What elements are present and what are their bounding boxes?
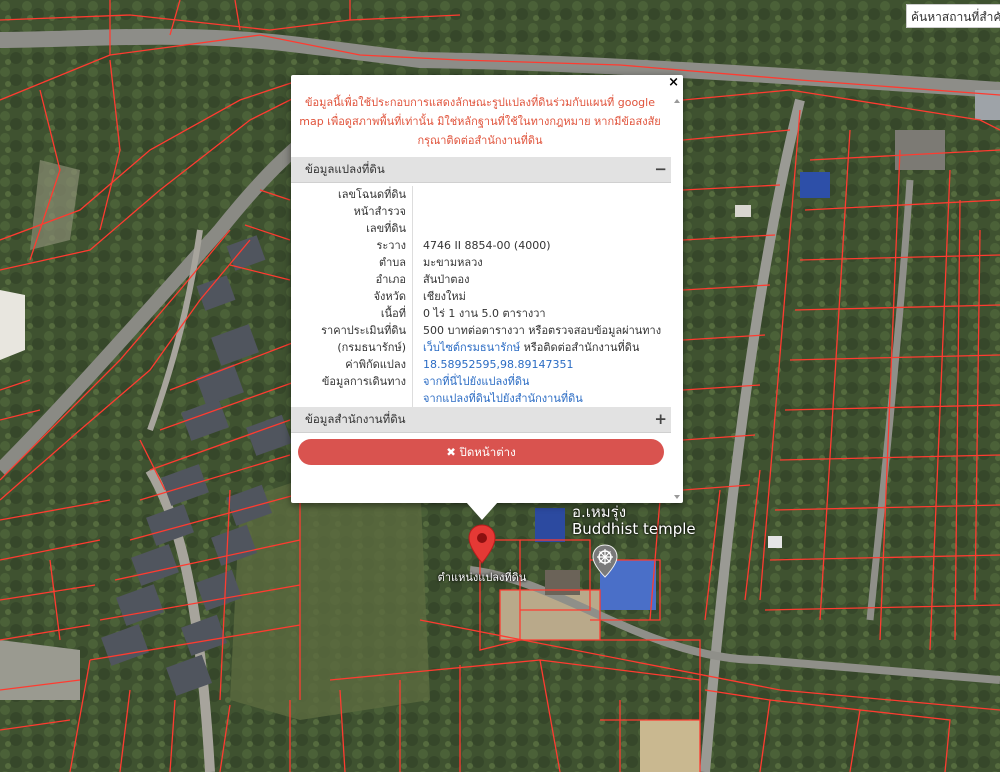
info-row: อำเภอ สันป่าตอง <box>291 271 671 288</box>
buddhist-temple-icon[interactable] <box>592 544 618 578</box>
popup-close-icon[interactable]: × <box>668 76 679 90</box>
info-value: เชียงใหม่ <box>423 290 466 303</box>
info-value: เว็บไซต์กรมธนารักษ์ หรือติดต่อสำนักงานที… <box>413 339 639 356</box>
info-value: จากแปลงที่ดินไปยังสำนักงานที่ดิน <box>413 390 583 407</box>
info-row: จังหวัด เชียงใหม่ <box>291 288 671 305</box>
info-label: เลขที่ดิน <box>291 220 413 237</box>
info-label: จังหวัด <box>291 288 413 305</box>
scroll-up-icon[interactable] <box>674 99 680 103</box>
info-value: 500 บาทต่อตารางวา หรือตรวจสอบข้อมูลผ่านท… <box>423 324 662 337</box>
info-value-suffix: หรือติดต่อสำนักงานที่ดิน <box>520 341 640 354</box>
info-label: ตำบล <box>291 254 413 271</box>
parcel-info-table: เลขโฉนดที่ดิน หน้าสำรวจ เลขที่ดิน ระวาง 4746… <box>291 183 671 407</box>
scroll-down-icon[interactable] <box>674 495 680 499</box>
info-value: 4746 II 8854-00 (4000) <box>423 239 551 252</box>
info-label: หน้าสำรวจ <box>291 203 413 220</box>
info-label: ข้อมูลการเดินทาง <box>291 373 413 390</box>
info-value <box>413 186 423 203</box>
info-row: เลขที่ดิน <box>291 220 671 237</box>
popup-pointer <box>466 502 498 520</box>
info-label: ระวาง <box>291 237 413 254</box>
info-row: ค่าพิกัดแปลง 18.58952595,98.89147351 <box>291 356 671 373</box>
info-value: จากที่นี่ไปยังแปลงที่ดิน <box>413 373 529 390</box>
info-row: เนื้อที่ 0 ไร่ 1 งาน 5.0 ตารางวา <box>291 305 671 322</box>
info-value <box>413 220 423 237</box>
expand-icon[interactable]: + <box>654 407 667 432</box>
place-search-input[interactable]: ค้นหาสถานที่สำคัญ <box>906 4 1000 28</box>
popup-scroll-area[interactable]: ข้อมูลนี้เพื่อใช้ประกอบการแสดงลักษณะรูปแ… <box>291 91 683 503</box>
info-label: อำเภอ <box>291 271 413 288</box>
info-row: ราคาประเมินที่ดิน 500 บาทต่อตารางวา หรือต… <box>291 322 671 339</box>
place-name-english: Buddhist temple <box>572 520 696 538</box>
info-link[interactable]: จากที่นี่ไปยังแปลงที่ดิน <box>423 375 529 388</box>
info-link[interactable]: จากแปลงที่ดินไปยังสำนักงานที่ดิน <box>423 392 583 405</box>
collapse-icon[interactable]: − <box>654 157 667 182</box>
parcel-section-title: ข้อมูลแปลงที่ดิน <box>305 162 385 176</box>
info-row: ระวาง 4746 II 8854-00 (4000) <box>291 237 671 254</box>
info-row: หน้าสำรวจ <box>291 203 671 220</box>
info-row: เลขโฉนดที่ดิน <box>291 186 671 203</box>
popup-scrollbar[interactable] <box>671 91 683 503</box>
info-row: ตำบล มะขามหลวง <box>291 254 671 271</box>
close-window-button[interactable]: ✖ ปิดหน้าต่าง <box>298 439 664 465</box>
office-section-header[interactable]: ข้อมูลสำนักงานที่ดิน + <box>291 407 671 433</box>
marker-label: ตำแหน่งแปลงที่ดิน <box>437 571 527 584</box>
info-value: 18.58952595,98.89147351 <box>413 356 573 373</box>
office-section-title: ข้อมูลสำนักงานที่ดิน <box>305 412 406 426</box>
disclaimer-notice: ข้อมูลนี้เพื่อใช้ประกอบการแสดงลักษณะรูปแ… <box>299 96 661 147</box>
info-label: ราคาประเมินที่ดิน <box>291 322 413 339</box>
info-value <box>413 203 423 220</box>
parcel-location-marker-icon[interactable] <box>468 524 496 564</box>
info-value: มะขามหลวง <box>423 256 483 269</box>
info-row: (กรมธนารักษ์) เว็บไซต์กรมธนารักษ์ หรือติด… <box>291 339 671 356</box>
parcel-section-header[interactable]: ข้อมูลแปลงที่ดิน − <box>291 157 671 183</box>
info-label <box>291 390 413 407</box>
info-value: 0 ไร่ 1 งาน 5.0 ตารางวา <box>423 307 546 320</box>
info-row: จากแปลงที่ดินไปยังสำนักงานที่ดิน <box>291 390 671 407</box>
info-label: เลขโฉนดที่ดิน <box>291 186 413 203</box>
info-link[interactable]: เว็บไซต์กรมธนารักษ์ <box>423 341 520 354</box>
info-link[interactable]: 18.58952595,98.89147351 <box>423 358 573 371</box>
parcel-info-popup: × ข้อมูลนี้เพื่อใช้ประกอบการแสดงลักษณะรู… <box>291 75 683 503</box>
info-value: สันป่าตอง <box>423 273 470 286</box>
info-label: ค่าพิกัดแปลง <box>291 356 413 373</box>
info-label: (กรมธนารักษ์) <box>291 339 413 356</box>
info-row: ข้อมูลการเดินทาง จากที่นี่ไปยังแปลงที่ดิน <box>291 373 671 390</box>
info-label: เนื้อที่ <box>291 305 413 322</box>
